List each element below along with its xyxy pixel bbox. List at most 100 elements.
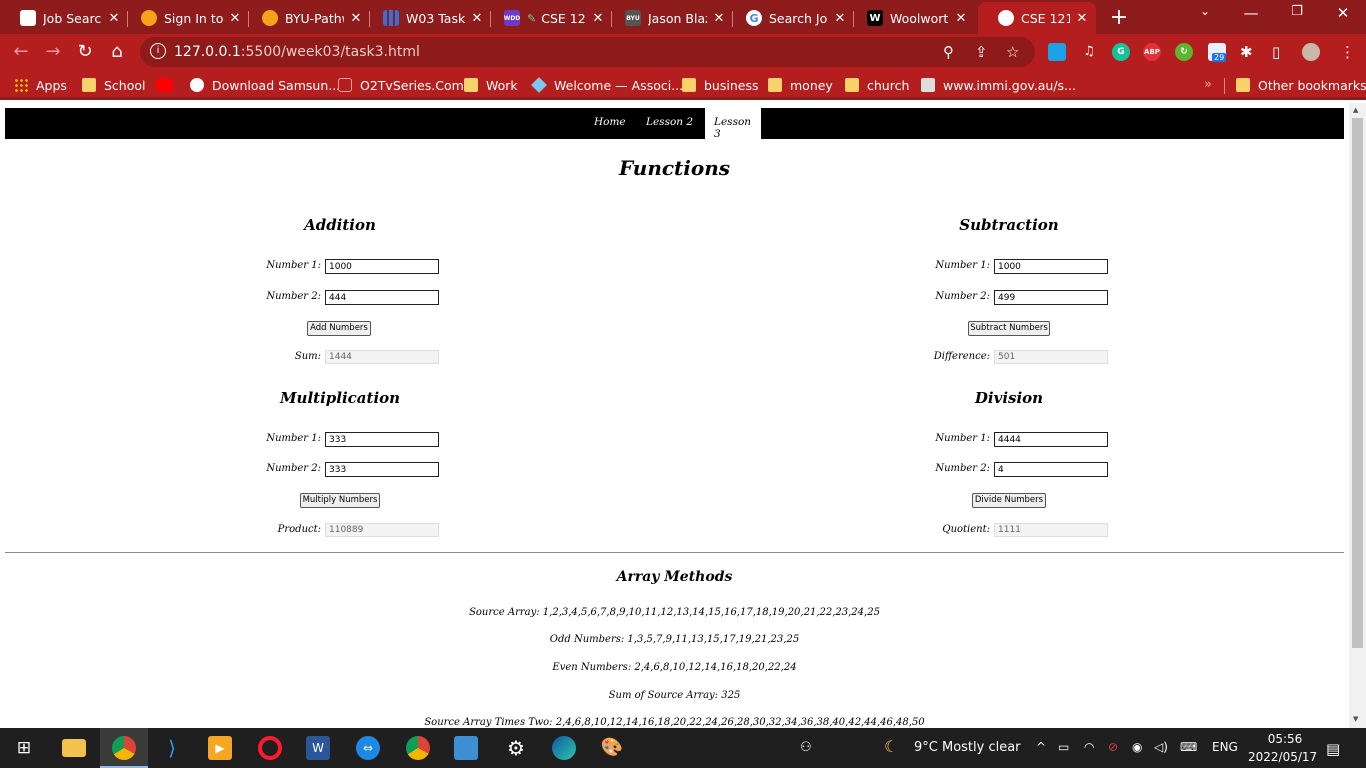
- address-bar[interactable]: i 127.0.0.1:5500/week03/task3.html ⚲ ⇪ ☆: [140, 37, 1035, 67]
- close-icon[interactable]: ✕: [590, 11, 606, 26]
- close-icon[interactable]: ✕: [348, 11, 364, 26]
- bookmark-school[interactable]: School: [82, 76, 146, 94]
- bookmark-immi[interactable]: www.immi.gov.au/s...: [921, 76, 1076, 94]
- nav-lesson2-link[interactable]: Lesson 2: [646, 116, 693, 128]
- tab-search-icon[interactable]: ⌄: [1190, 4, 1220, 18]
- tab-cse-121b[interactable]: CSE 121b: ✕: [978, 2, 1096, 34]
- notifications-icon[interactable]: ▤: [1326, 740, 1340, 758]
- clock-time[interactable]: 05:56: [1262, 732, 1308, 746]
- battery-icon[interactable]: ▭: [1058, 740, 1069, 754]
- weather-text[interactable]: 9°C Mostly clear: [914, 740, 1021, 755]
- addition-number2-input[interactable]: [325, 290, 439, 305]
- tab-byu-pathway[interactable]: BYU-Pathw ✕: [242, 2, 370, 34]
- show-hidden-icons[interactable]: ^: [1036, 740, 1046, 754]
- multiplication-number1-input[interactable]: [325, 432, 439, 447]
- side-panel-icon[interactable]: ▯: [1272, 43, 1280, 61]
- bookmark-samsung[interactable]: Download Samsun...: [190, 76, 340, 94]
- tab-cse-12[interactable]: WDD ✎ CSE 12 ✕: [484, 2, 612, 34]
- edge-icon[interactable]: [552, 736, 576, 760]
- language-indicator[interactable]: ENG: [1212, 740, 1238, 754]
- bookmark-star-icon[interactable]: ☆: [1006, 43, 1019, 61]
- file-explorer-icon[interactable]: [62, 739, 86, 757]
- start-windows-icon[interactable]: ⊞: [12, 736, 36, 760]
- addition-number1-input[interactable]: [325, 259, 439, 274]
- minimize-icon[interactable]: —: [1236, 4, 1266, 22]
- share-icon[interactable]: ⇪: [975, 43, 988, 61]
- subtract-numbers-button[interactable]: Subtract Numbers: [968, 321, 1050, 336]
- multiplication-number2-input[interactable]: [325, 462, 439, 477]
- bookmark-apps[interactable]: Apps: [14, 76, 67, 94]
- media-player-icon[interactable]: ▶: [208, 736, 232, 760]
- close-icon[interactable]: ✕: [1074, 11, 1090, 26]
- subtraction-number2-input[interactable]: [994, 290, 1108, 305]
- site-info-icon[interactable]: i: [150, 43, 166, 59]
- division-number1-input[interactable]: [994, 432, 1108, 447]
- photos-icon[interactable]: [454, 736, 478, 760]
- forward-icon[interactable]: →: [42, 41, 64, 62]
- adblock-icon[interactable]: ABP: [1143, 43, 1161, 61]
- add-numbers-button[interactable]: Add Numbers: [307, 321, 371, 336]
- chrome-profile-icon[interactable]: [406, 736, 430, 760]
- music-icon[interactable]: ♫: [1080, 43, 1098, 61]
- teamviewer-icon[interactable]: ⇔: [356, 736, 380, 760]
- wifi-icon[interactable]: ◠: [1084, 740, 1094, 754]
- new-tab-button[interactable]: +: [1108, 5, 1130, 30]
- tab-w03-tasks[interactable]: W03 Tasks ✕: [363, 2, 491, 34]
- paint-icon[interactable]: 🎨: [600, 736, 624, 760]
- camera-icon[interactable]: ◉: [1132, 740, 1142, 754]
- tab-jason-blaz[interactable]: BYU Jason Blaz ✕: [605, 2, 733, 34]
- scrollbar-thumb[interactable]: [1352, 118, 1363, 648]
- nav-home-link[interactable]: Home: [594, 116, 626, 128]
- url-text[interactable]: 127.0.0.1:5500/week03/task3.html: [174, 44, 420, 60]
- menu-icon[interactable]: ⋮: [1340, 43, 1355, 61]
- profile-avatar[interactable]: [1302, 43, 1320, 61]
- zoom-icon[interactable]: ⚲: [943, 43, 954, 61]
- close-icon[interactable]: ✕: [953, 11, 969, 26]
- back-icon[interactable]: ←: [10, 41, 32, 62]
- extension-green-icon[interactable]: ↻: [1175, 43, 1193, 61]
- extension-blue-icon[interactable]: [1048, 43, 1066, 61]
- bookmark-other[interactable]: Other bookmarks: [1236, 76, 1366, 94]
- word-icon[interactable]: W: [306, 736, 330, 760]
- close-window-icon[interactable]: ✕: [1328, 4, 1358, 22]
- clock-date[interactable]: 2022/05/17: [1248, 750, 1317, 764]
- grammarly-icon[interactable]: G: [1112, 43, 1130, 61]
- weather-moon-icon[interactable]: ☾: [884, 737, 898, 756]
- restore-icon[interactable]: ❐: [1282, 4, 1312, 19]
- volume-icon[interactable]: ◁): [1154, 740, 1168, 754]
- close-icon[interactable]: ✕: [469, 11, 485, 26]
- reload-icon[interactable]: ↻: [74, 41, 96, 62]
- home-icon[interactable]: ⌂: [106, 41, 128, 62]
- bookmark-o2tv[interactable]: O2TvSeries.Com: [338, 76, 464, 94]
- network-error-icon[interactable]: ⊘: [1108, 740, 1118, 754]
- page-scrollbar[interactable]: ▲ ▼: [1349, 103, 1366, 728]
- bookmark-church[interactable]: church: [845, 76, 909, 94]
- settings-gear-icon[interactable]: ⚙: [504, 736, 528, 760]
- close-icon[interactable]: ✕: [832, 11, 848, 26]
- extensions-puzzle-icon[interactable]: ✱: [1240, 43, 1253, 61]
- subtraction-number1-input[interactable]: [994, 259, 1108, 274]
- people-icon[interactable]: ⚇: [800, 740, 812, 755]
- bookmark-welcome[interactable]: Welcome — Associ...: [531, 76, 683, 94]
- tab-job-search[interactable]: Job Search ✕: [0, 2, 128, 34]
- division-number2-input[interactable]: [994, 462, 1108, 477]
- vscode-icon[interactable]: ⟩: [160, 736, 184, 760]
- multiply-numbers-button[interactable]: Multiply Numbers: [300, 493, 380, 508]
- close-icon[interactable]: ✕: [227, 11, 243, 26]
- chrome-icon[interactable]: [112, 736, 136, 760]
- bookmarks-overflow-icon[interactable]: »: [1204, 77, 1212, 92]
- bookmark-work[interactable]: Work: [464, 76, 518, 94]
- tab-search-job[interactable]: G Search Job ✕: [726, 2, 854, 34]
- scroll-up-icon[interactable]: ▲: [1353, 106, 1358, 114]
- tab-woolworths[interactable]: W Woolworth ✕: [847, 2, 975, 34]
- keyboard-icon[interactable]: ⌨: [1180, 740, 1197, 754]
- bookmark-money[interactable]: money: [768, 76, 833, 94]
- tab-sign-in[interactable]: Sign In to ✕: [121, 2, 249, 34]
- close-icon[interactable]: ✕: [106, 11, 122, 26]
- bookmark-youtube[interactable]: [156, 76, 181, 94]
- divide-numbers-button[interactable]: Divide Numbers: [972, 493, 1046, 508]
- bookmark-business[interactable]: business: [682, 76, 758, 94]
- nav-lesson3-link[interactable]: Lesson 3: [705, 108, 761, 140]
- opera-icon[interactable]: [258, 736, 282, 760]
- scroll-down-icon[interactable]: ▼: [1353, 715, 1358, 723]
